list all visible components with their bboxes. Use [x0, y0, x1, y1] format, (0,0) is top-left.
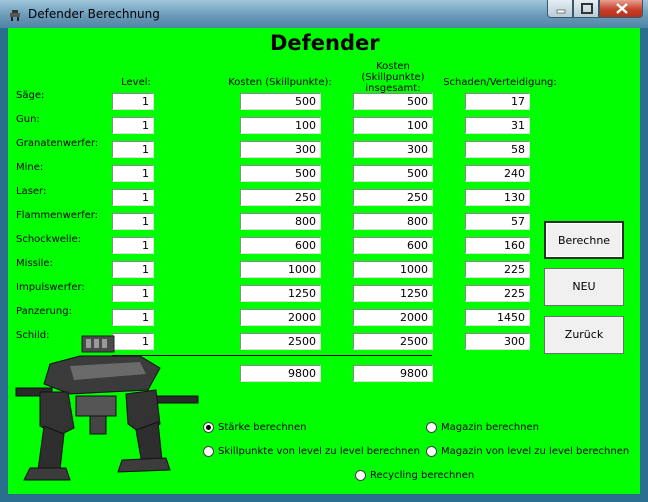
- maximize-button[interactable]: [573, 0, 599, 18]
- level-field[interactable]: 1: [112, 213, 154, 230]
- calculate-button[interactable]: Berechne: [544, 221, 624, 259]
- total-cost-field-row[interactable]: 2000: [353, 309, 433, 326]
- total-cost-field-row[interactable]: 800: [353, 213, 433, 230]
- column-header-cost: Kosten (Skillpunkte):: [228, 77, 332, 88]
- total-cost-field-row[interactable]: 500: [353, 93, 433, 110]
- radio-strength-label: Stärke berechnen: [218, 422, 307, 433]
- level-field[interactable]: 1: [112, 309, 154, 326]
- row-label: Flammenwerfer:: [16, 210, 99, 221]
- defender-robot-image: [15, 335, 199, 481]
- row-label: Säge:: [16, 90, 45, 101]
- damage-field[interactable]: 17: [465, 93, 530, 110]
- row-label: Laser:: [16, 186, 47, 197]
- cost-field[interactable]: 500: [240, 165, 321, 182]
- total-cost-field-row[interactable]: 1250: [353, 285, 433, 302]
- client-area: Defender Level: Kosten (Skillpunkte): Ko…: [8, 28, 640, 494]
- window-title: Defender Berechnung: [28, 7, 160, 21]
- column-header-level: Level:: [121, 77, 151, 88]
- close-icon: [616, 3, 628, 14]
- total-cost-field[interactable]: 9800: [240, 365, 321, 382]
- level-field[interactable]: 1: [112, 141, 154, 158]
- damage-field[interactable]: 58: [465, 141, 530, 158]
- total-cost-field-row[interactable]: 1000: [353, 261, 433, 278]
- cost-field[interactable]: 800: [240, 213, 321, 230]
- damage-field[interactable]: 57: [465, 213, 530, 230]
- title-bar[interactable]: Defender Berechnung: [0, 0, 648, 28]
- new-button[interactable]: NEU: [544, 268, 624, 306]
- row-label: Granatenwerfer:: [16, 138, 99, 149]
- radio-magazine[interactable]: [426, 422, 437, 433]
- row-label: Mine:: [16, 162, 44, 173]
- maximize-icon: [581, 3, 593, 14]
- page-title: Defender: [270, 31, 380, 55]
- radio-magazine-label: Magazin berechnen: [441, 422, 539, 433]
- cost-field[interactable]: 2500: [240, 333, 321, 350]
- damage-field[interactable]: 240: [465, 165, 530, 182]
- robot-icon: [8, 7, 22, 21]
- total-cost-field-row[interactable]: 100: [353, 117, 433, 134]
- damage-field[interactable]: 31: [465, 117, 530, 134]
- damage-field[interactable]: 225: [465, 261, 530, 278]
- radio-strength[interactable]: [203, 422, 214, 433]
- minimize-icon: [556, 9, 566, 14]
- damage-field[interactable]: 225: [465, 285, 530, 302]
- radio-recycling-label: Recycling berechnen: [370, 470, 475, 481]
- cost-field[interactable]: 1000: [240, 261, 321, 278]
- row-label: Gun:: [16, 114, 40, 125]
- level-field[interactable]: 1: [112, 285, 154, 302]
- cost-field[interactable]: 2000: [240, 309, 321, 326]
- back-button[interactable]: Zurück: [544, 316, 624, 354]
- row-label: Impulswerfer:: [16, 282, 85, 293]
- total-sum-field[interactable]: 9800: [353, 365, 433, 382]
- damage-field[interactable]: 160: [465, 237, 530, 254]
- total-cost-field-row[interactable]: 2500: [353, 333, 433, 350]
- level-field[interactable]: 1: [112, 93, 154, 110]
- damage-field[interactable]: 300: [465, 333, 530, 350]
- column-header-total: Kosten (Skillpunkte) insgesamt:: [361, 61, 425, 94]
- cost-field[interactable]: 250: [240, 189, 321, 206]
- row-label: Panzerung:: [16, 306, 72, 317]
- damage-field[interactable]: 1450: [465, 309, 530, 326]
- minimize-button[interactable]: [547, 0, 573, 18]
- level-field[interactable]: 1: [112, 165, 154, 182]
- row-label: Missile:: [16, 258, 53, 269]
- row-label: Schockwelle:: [16, 234, 81, 245]
- radio-magazine-levels[interactable]: [426, 446, 437, 457]
- app-window: Defender Berechnung Defender Level: Kost…: [0, 0, 648, 502]
- total-cost-field-row[interactable]: 500: [353, 165, 433, 182]
- total-cost-field-row[interactable]: 250: [353, 189, 433, 206]
- total-cost-field-row[interactable]: 600: [353, 237, 433, 254]
- level-field[interactable]: 1: [112, 189, 154, 206]
- damage-field[interactable]: 130: [465, 189, 530, 206]
- level-field[interactable]: 1: [112, 117, 154, 134]
- level-field[interactable]: 1: [112, 261, 154, 278]
- cost-field[interactable]: 1250: [240, 285, 321, 302]
- close-button[interactable]: [599, 0, 643, 18]
- cost-field[interactable]: 500: [240, 93, 321, 110]
- radio-skillpoints-levels[interactable]: [203, 446, 214, 457]
- level-field[interactable]: 1: [112, 237, 154, 254]
- radio-recycling[interactable]: [355, 470, 366, 481]
- cost-field[interactable]: 600: [240, 237, 321, 254]
- cost-field[interactable]: 300: [240, 141, 321, 158]
- column-header-damage: Schaden/Verteidigung:: [443, 77, 557, 88]
- radio-magazine-levels-label: Magazin von level zu level berechnen: [441, 446, 630, 457]
- radio-skillpoints-levels-label: Skillpunkte von level zu level berechnen: [218, 446, 420, 457]
- cost-field[interactable]: 100: [240, 117, 321, 134]
- total-cost-field-row[interactable]: 300: [353, 141, 433, 158]
